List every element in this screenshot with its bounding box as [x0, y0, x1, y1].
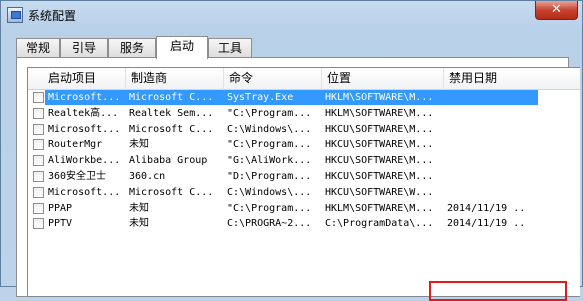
cell-disabled-date — [447, 106, 527, 121]
table-row[interactable]: 360安全卫士 360.cn "D:\Program... HKCU\SOFTWARE… — [28, 169, 580, 185]
cell-disabled-date — [447, 122, 527, 137]
tab-startup[interactable]: 启动 — [156, 36, 208, 59]
cell-command: "G:\AliWork... — [227, 155, 312, 167]
list-header: 启动项目 制造商 命令 位置 禁用日期 — [28, 68, 580, 90]
cell-location: HKCU\SOFTWARE\W... — [325, 186, 434, 198]
column-header-manufacturer[interactable]: 制造商 — [126, 68, 224, 90]
cell-location: HKLM\SOFTWARE\M... — [325, 92, 434, 103]
window-title: 系统配置 — [28, 9, 77, 23]
cell-command: C:\Windows\... — [227, 123, 312, 135]
enable-checkbox[interactable] — [33, 139, 44, 151]
column-header-disabled-date[interactable]: 禁用日期 — [444, 68, 580, 90]
column-header-location[interactable]: 位置 — [322, 68, 444, 90]
table-row[interactable]: Microsoft... Microsoft C... C:\Windows\...… — [28, 185, 580, 201]
cell-location: HKCU\SOFTWARE\M... — [325, 155, 434, 167]
tab-tools[interactable]: 工具 — [208, 38, 252, 58]
close-button[interactable]: ✕ — [535, 1, 578, 20]
table-row[interactable]: RouterMgr 未知 "C:\Program... HKCU\SOFTWARE\M… — [28, 137, 580, 153]
table-row[interactable]: Realtek高... Realtek Sem... "C:\Program... H… — [28, 106, 580, 122]
cell-disabled-date — [447, 90, 527, 105]
cell-manufacturer: 未知 — [129, 139, 149, 151]
enable-checkbox[interactable] — [33, 107, 44, 119]
cell-disabled-date: 2014/11/19 ... — [447, 202, 527, 214]
cell-location: HKCU\SOFTWARE\M... — [325, 123, 434, 135]
cell-command: C:\Windows\... — [227, 186, 312, 198]
highlight-annotation-box — [429, 281, 567, 301]
cell-command: "C:\Program... — [227, 202, 312, 214]
table-row[interactable]: PPTV 未知 C:\PROGRA~2... C:\ProgramData\... 20… — [28, 216, 580, 232]
enable-checkbox[interactable] — [33, 218, 44, 230]
title-bar[interactable]: 系统配置 ✕ — [1, 1, 583, 29]
enable-checkbox[interactable] — [33, 202, 44, 214]
cell-command: "D:\Program... — [227, 170, 312, 182]
cell-disabled-date — [447, 169, 527, 184]
column-header-startup-item[interactable]: 启动项目 — [28, 68, 126, 90]
column-header-command[interactable]: 命令 — [224, 68, 322, 90]
cell-command: "C:\Program... — [227, 139, 312, 151]
table-row[interactable]: PPAP 未知 "C:\Program... HKLM\SOFTWARE\M... 20… — [28, 201, 580, 217]
cell-location: HKCU\SOFTWARE\M... — [325, 170, 434, 182]
cell-disabled-date — [447, 137, 527, 152]
table-row[interactable]: Microsoft... Microsoft C... SysTray.Exe HKL… — [28, 90, 580, 106]
cell-manufacturer: Realtek Sem... — [129, 107, 214, 119]
enable-checkbox[interactable] — [33, 92, 44, 103]
table-row[interactable]: Microsoft... Microsoft C... C:\Windows\...… — [28, 122, 580, 138]
system-config-window: 系统配置 ✕ 常规 引导 服务 启动 工具 启动项目 制造商 命令 位置 禁用日… — [0, 0, 583, 301]
cell-disabled-date: 2014/11/19 ... — [447, 218, 527, 230]
cell-disabled-date — [447, 153, 527, 168]
msconfig-app-icon — [7, 7, 23, 23]
cell-command: SysTray.Exe — [227, 92, 294, 103]
cell-disabled-date — [447, 185, 527, 200]
cell-location: HKCU\SOFTWARE\M... — [325, 139, 434, 151]
tab-boot[interactable]: 引导 — [60, 38, 108, 58]
cell-location: C:\ProgramData\... — [325, 218, 434, 230]
enable-checkbox[interactable] — [33, 155, 44, 167]
cell-command: "C:\Program... — [227, 107, 312, 119]
cell-manufacturer: Microsoft C... — [129, 186, 214, 198]
table-row[interactable]: AliWorkbe... Alibaba Group "G:\AliWork... H… — [28, 153, 580, 169]
cell-manufacturer: Microsoft C... — [129, 123, 214, 135]
tab-general[interactable]: 常规 — [16, 38, 60, 58]
cell-location: HKLM\SOFTWARE\M... — [325, 107, 434, 119]
cell-manufacturer: 360.cn — [129, 170, 166, 182]
cell-manufacturer: 未知 — [129, 218, 149, 230]
enable-checkbox[interactable] — [33, 170, 44, 182]
list-rows: Microsoft... Microsoft C... SysTray.Exe HKL… — [28, 90, 580, 232]
cell-manufacturer: 未知 — [129, 202, 149, 214]
startup-panel: 启动项目 制造商 命令 位置 禁用日期 Microsoft... Microsof… — [16, 57, 580, 297]
cell-manufacturer: Alibaba Group — [129, 155, 208, 167]
cell-command: C:\PROGRA~2... — [227, 218, 312, 230]
cell-location: HKLM\SOFTWARE\M... — [325, 202, 434, 214]
startup-items-list[interactable]: 启动项目 制造商 命令 位置 禁用日期 Microsoft... Microsof… — [27, 67, 580, 297]
tab-services[interactable]: 服务 — [108, 38, 156, 58]
enable-checkbox[interactable] — [33, 186, 44, 198]
cell-manufacturer: Microsoft C... — [129, 92, 214, 103]
enable-checkbox[interactable] — [33, 123, 44, 135]
